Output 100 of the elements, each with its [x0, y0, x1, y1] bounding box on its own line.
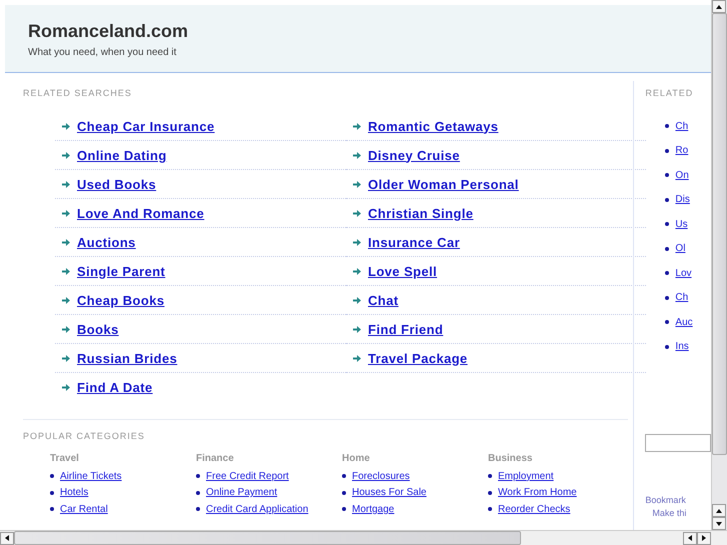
scroll-thumb[interactable]	[712, 13, 727, 455]
arrow-icon	[353, 152, 361, 158]
sidebar-link[interactable]: Lov	[675, 268, 692, 279]
homepage-link[interactable]: Make thi	[645, 508, 711, 518]
sidebar-link[interactable]: Ch	[675, 120, 688, 132]
arrow-icon	[62, 296, 70, 304]
bullet-icon	[342, 507, 346, 512]
right-arrow-icon	[700, 534, 708, 542]
scroll-down-button[interactable]	[712, 517, 726, 530]
bullet-icon	[196, 507, 200, 512]
category-title: Finance	[196, 453, 235, 464]
bullet-icon	[665, 296, 670, 300]
arrow-icon	[353, 180, 361, 188]
bullet-icon	[665, 344, 670, 349]
bullet-icon	[665, 320, 670, 324]
bullet-icon	[665, 173, 670, 178]
search-link[interactable]: Used Books	[77, 176, 156, 192]
bullet-icon	[665, 246, 670, 251]
bullet-icon	[665, 198, 670, 202]
bullet-icon	[342, 490, 346, 495]
left-arrow-icon	[686, 534, 694, 542]
category-link[interactable]: Hotels	[60, 487, 88, 498]
up-arrow-icon	[715, 506, 723, 514]
search-link[interactable]: Books	[77, 322, 119, 336]
search-link[interactable]: Find A Date	[77, 380, 153, 395]
sidebar-link[interactable]: On	[675, 170, 689, 181]
search-link[interactable]: Russian Brides	[77, 350, 178, 366]
search-link[interactable]: Love Spell	[368, 264, 438, 278]
arrow-icon	[353, 238, 361, 246]
arrow-icon	[353, 268, 361, 274]
bullet-icon	[50, 474, 54, 478]
category-link[interactable]: Car Rental	[60, 504, 108, 515]
arrow-icon	[62, 326, 70, 332]
search-link[interactable]: Disney Cruise	[368, 148, 460, 162]
bullet-icon	[488, 474, 492, 478]
bullet-icon	[488, 507, 492, 512]
arrow-icon	[62, 180, 70, 188]
search-link[interactable]: Find Friend	[368, 322, 444, 336]
down-arrow-icon	[715, 520, 723, 528]
search-link[interactable]: Online Dating	[77, 148, 167, 162]
search-link[interactable]: Romantic Getaways	[368, 118, 498, 134]
sidebar-link[interactable]: Auc	[675, 316, 693, 328]
category-title: Business	[488, 453, 534, 464]
sidebar-link[interactable]: Ro	[675, 145, 688, 156]
search-link[interactable]: Auctions	[77, 234, 136, 250]
category-link[interactable]: Mortgage	[352, 504, 394, 515]
scroll-left-button[interactable]	[683, 532, 697, 544]
scroll-left-button[interactable]	[0, 532, 14, 544]
category-link[interactable]: Online Payment	[206, 487, 278, 498]
category-link[interactable]: Airline Tickets	[60, 470, 122, 482]
arrow-icon	[62, 152, 70, 158]
search-link[interactable]: Single Parent	[77, 264, 166, 278]
section-heading: RELATED	[645, 88, 694, 98]
category-link[interactable]: Credit Card Application	[206, 504, 308, 515]
bullet-icon	[665, 124, 670, 128]
category-link[interactable]: Employment	[498, 470, 554, 482]
scroll-thumb[interactable]	[14, 531, 521, 545]
sidebar-link[interactable]: Ins	[675, 341, 689, 352]
search-link[interactable]: Christian Single	[368, 206, 474, 220]
site-title: Romanceland.com	[28, 21, 190, 42]
arrow-icon	[62, 384, 70, 391]
bullet-icon	[488, 490, 492, 495]
sidebar-link[interactable]: Ol	[675, 243, 686, 254]
scroll-up-button[interactable]	[712, 0, 726, 13]
bullet-icon	[665, 222, 670, 226]
sidebar-link[interactable]: Us	[675, 218, 688, 230]
search-link[interactable]: Cheap Car Insurance	[77, 118, 215, 134]
search-link[interactable]: Love And Romance	[77, 206, 204, 220]
arrow-icon	[353, 296, 361, 304]
category-link[interactable]: Free Credit Report	[206, 470, 289, 482]
arrow-icon	[353, 210, 361, 216]
arrow-icon	[62, 268, 70, 274]
search-link[interactable]: Chat	[368, 292, 398, 308]
category-link[interactable]: Work From Home	[498, 487, 577, 498]
search-link[interactable]: Older Woman Personal	[368, 176, 519, 192]
bullet-icon	[665, 271, 670, 276]
arrow-icon	[62, 238, 70, 246]
search-link[interactable]: Travel Package	[368, 350, 468, 366]
search-link[interactable]: Insurance Car	[368, 234, 460, 250]
sidebar-link[interactable]: Ch	[675, 292, 688, 304]
search-link[interactable]: Cheap Books	[77, 292, 164, 308]
up-arrow-icon	[715, 2, 723, 10]
category-link[interactable]: Houses For Sale	[352, 487, 426, 498]
arrow-icon	[62, 354, 70, 362]
category-link[interactable]: Reorder Checks	[498, 504, 570, 515]
bookmark-link[interactable]: Bookmark	[645, 494, 711, 504]
vertical-scrollbar[interactable]	[711, 0, 727, 530]
bullet-icon	[665, 148, 670, 153]
category-link[interactable]: Foreclosures	[352, 470, 410, 482]
scroll-right-button[interactable]	[697, 532, 711, 544]
section-heading: POPULAR CATEGORIES	[23, 431, 146, 441]
sidebar-link[interactable]: Dis	[675, 194, 690, 206]
search-field[interactable]	[645, 434, 711, 452]
bullet-icon	[50, 507, 54, 512]
bullet-icon	[196, 490, 200, 495]
category-title: Travel	[50, 453, 80, 464]
scroll-up-button[interactable]	[712, 504, 726, 517]
arrow-icon	[62, 122, 70, 130]
horizontal-scrollbar[interactable]	[0, 530, 727, 545]
bullet-icon	[342, 474, 346, 478]
